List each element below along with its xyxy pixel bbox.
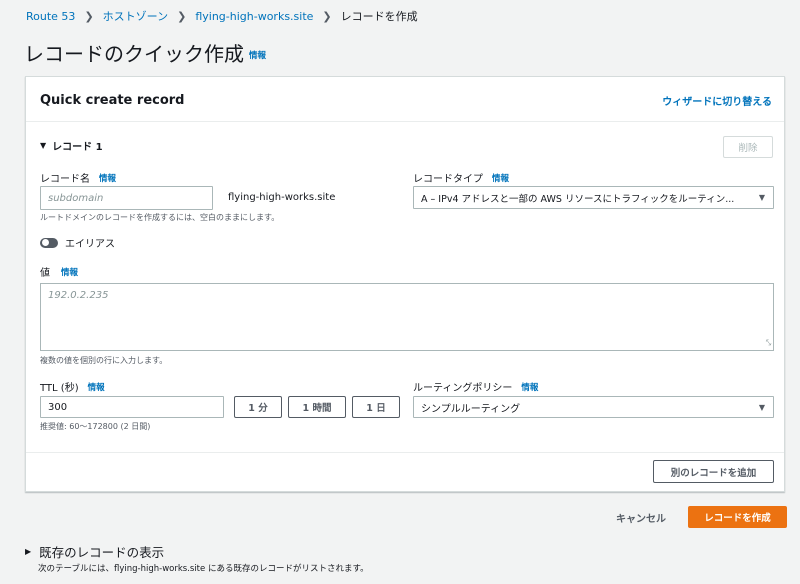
routing-policy-select[interactable]: シンプルルーティング ▼ bbox=[413, 396, 774, 418]
page-info-link[interactable]: 情報 bbox=[249, 49, 266, 61]
page-title: レコードのクイック作成 bbox=[24, 42, 244, 66]
routing-label: ルーティングポリシー bbox=[413, 383, 513, 394]
resize-handle-icon[interactable]: ⤡ bbox=[765, 338, 771, 348]
record-name-label-row: レコード名 情報 bbox=[40, 170, 116, 186]
alias-toggle[interactable]: エイリアス bbox=[40, 235, 115, 250]
record-name-input[interactable]: subdomain bbox=[40, 186, 213, 210]
caret-down-icon: ▼ bbox=[758, 402, 765, 412]
existing-desc-prefix: 次のテーブルには、 bbox=[38, 564, 114, 574]
breadcrumb-route53[interactable]: Route 53 bbox=[26, 10, 75, 23]
record-type-select[interactable]: A – IPv4 アドレスと一部の AWS リソースにトラフィックをルーティン.… bbox=[413, 186, 774, 209]
ttl-hint: 推奨値: 60～172800 (2 日間) bbox=[40, 422, 151, 431]
existing-records-title: 既存のレコードの表示 bbox=[39, 545, 165, 560]
record-type-value: A – IPv4 アドレスと一部の AWS リソースにトラフィックをルーティン.… bbox=[421, 193, 735, 205]
value-info-link[interactable]: 情報 bbox=[61, 266, 78, 278]
record-name-info-link[interactable]: 情報 bbox=[99, 172, 116, 184]
record-name-hint: ルートドメインのレコードを作成するには、空白のままにします。 bbox=[40, 213, 280, 222]
alias-label: エイリアス bbox=[65, 239, 115, 250]
record-type-label: レコードタイプ bbox=[413, 174, 483, 185]
breadcrumb-current: レコードを作成 bbox=[340, 10, 418, 23]
record-section-toggle[interactable]: ▼ レコード 1 bbox=[40, 138, 103, 153]
existing-records-toggle[interactable]: ▶ 既存のレコードの表示 bbox=[25, 542, 164, 561]
cancel-button[interactable]: キャンセル bbox=[616, 510, 666, 525]
chevron-right-icon: ❯ bbox=[322, 9, 332, 23]
breadcrumb: Route 53 ❯ ホストゾーン ❯ flying-high-works.si… bbox=[26, 8, 418, 24]
caret-down-icon: ▼ bbox=[40, 141, 47, 150]
routing-label-row: ルーティングポリシー 情報 bbox=[413, 379, 538, 395]
quick-create-panel: Quick create record ウィザードに切り替える ▼ レコード 1… bbox=[25, 76, 785, 492]
chevron-right-icon: ❯ bbox=[84, 9, 94, 23]
ttl-1hour-button[interactable]: 1 時間 bbox=[288, 396, 346, 418]
value-label-row: 値 情報 bbox=[40, 264, 78, 280]
toggle-switch[interactable] bbox=[40, 237, 58, 248]
caret-right-icon: ▶ bbox=[25, 547, 32, 556]
ttl-1day-button[interactable]: 1 日 bbox=[352, 396, 400, 418]
record-type-label-row: レコードタイプ 情報 bbox=[413, 170, 509, 186]
value-placeholder: 192.0.2.235 bbox=[48, 290, 109, 301]
value-textarea[interactable]: 192.0.2.235 ⤡ bbox=[40, 283, 774, 351]
routing-info-link[interactable]: 情報 bbox=[521, 381, 538, 393]
add-record-button[interactable]: 別のレコードを追加 bbox=[653, 460, 774, 483]
delete-button[interactable]: 削除 bbox=[723, 136, 773, 158]
routing-value: シンプルルーティング bbox=[421, 403, 521, 415]
caret-down-icon: ▼ bbox=[758, 193, 765, 202]
ttl-1min-button[interactable]: 1 分 bbox=[234, 396, 282, 418]
existing-desc-suffix: にある既存のレコードがリストされます。 bbox=[205, 564, 369, 574]
ttl-label: TTL (秒) bbox=[40, 383, 79, 394]
ttl-label-row: TTL (秒) 情報 bbox=[40, 379, 105, 395]
existing-records-description: 次のテーブルには、flying-high-works.site にある既存のレコ… bbox=[38, 562, 369, 574]
breadcrumb-zone[interactable]: flying-high-works.site bbox=[195, 10, 313, 23]
ttl-info-link[interactable]: 情報 bbox=[88, 381, 105, 393]
panel-header: Quick create record ウィザードに切り替える bbox=[26, 77, 784, 122]
switch-wizard-link[interactable]: ウィザードに切り替える bbox=[662, 93, 772, 108]
value-label: 値 bbox=[40, 268, 50, 279]
toggle-knob bbox=[41, 239, 49, 246]
create-record-button[interactable]: レコードを作成 bbox=[688, 506, 787, 528]
panel-title: Quick create record bbox=[40, 93, 185, 108]
existing-desc-domain: flying-high-works.site bbox=[114, 564, 206, 574]
breadcrumb-hosted-zones[interactable]: ホストゾーン bbox=[103, 8, 168, 24]
record-type-info-link[interactable]: 情報 bbox=[492, 172, 509, 184]
ttl-input[interactable]: 300 bbox=[40, 396, 224, 418]
record-section-label: レコード 1 bbox=[52, 142, 103, 153]
record-name-label: レコード名 bbox=[40, 174, 90, 185]
chevron-right-icon: ❯ bbox=[177, 9, 187, 23]
record-name-suffix: flying-high-works.site bbox=[228, 192, 336, 203]
value-hint: 複数の値を個別の行に入力します。 bbox=[40, 356, 168, 365]
panel-divider bbox=[26, 452, 784, 453]
